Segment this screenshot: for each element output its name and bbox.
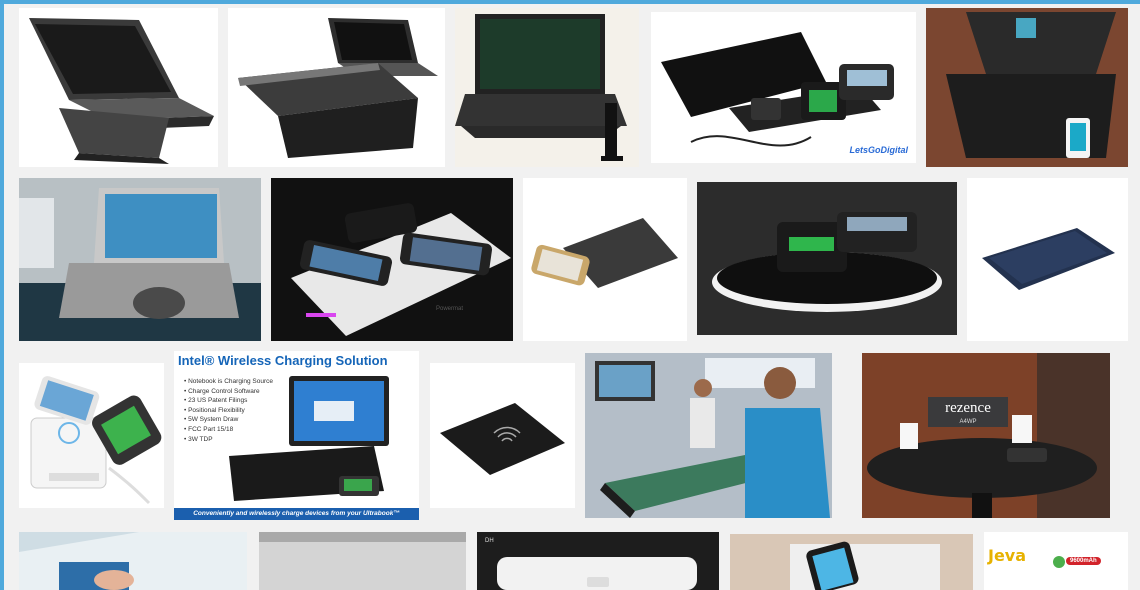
- thumb-rezence-cafe-table[interactable]: rezence A4WP: [862, 353, 1110, 518]
- thumb-gray-surface[interactable]: [259, 532, 466, 590]
- usb-charger-image: [30, 376, 162, 505]
- powermat-brand-label: Powermat: [436, 306, 464, 312]
- dh-brand-label: DH: [485, 538, 494, 544]
- thumb-jeva-power-bank[interactable]: Jeva 9600mAh: [984, 532, 1128, 590]
- navy-pad-image: [982, 228, 1115, 290]
- thumb-navy-charging-pad[interactable]: [967, 178, 1128, 341]
- rezence-subtitle: A4WP: [959, 419, 977, 425]
- dh-pad-image: [497, 557, 697, 590]
- jeva-logo: Jeva: [988, 546, 1027, 565]
- thumb-laptop-on-desk-mat[interactable]: [19, 178, 261, 341]
- phones-pad-image: [291, 203, 511, 336]
- letsgodigital-watermark: LetsGoDigital: [849, 145, 908, 155]
- thumb-hand-with-tablet[interactable]: [19, 532, 247, 590]
- phone-dock-image: [730, 534, 973, 590]
- thumb-phone-on-dock[interactable]: [730, 534, 973, 590]
- thin-pad-image: [531, 218, 678, 288]
- intel-ultrabook-image: [229, 376, 389, 501]
- laptop-on-stand-image: [29, 18, 214, 164]
- charging-stand-image: [238, 18, 438, 158]
- thumb-oval-mat-phones[interactable]: [697, 182, 957, 335]
- black-pad-image: [440, 403, 565, 475]
- thumb-laptop-stand-dell[interactable]: [19, 8, 218, 167]
- demo-table-image: [585, 353, 832, 518]
- thumb-charging-stand-slab[interactable]: [228, 8, 445, 167]
- laptop-desk-mat-image: [19, 178, 261, 341]
- thumb-charging-mat-phones[interactable]: LetsGoDigital: [651, 12, 916, 163]
- laptop-wood-table-image: [926, 8, 1128, 167]
- laptop-dock-image: [455, 14, 627, 161]
- gray-surface-image: [259, 532, 466, 590]
- rezence-table-image: [862, 353, 1110, 518]
- thumb-thin-charging-pad[interactable]: [523, 178, 687, 341]
- intel-footer-banner: Conveniently and wirelessly charge devic…: [174, 508, 419, 520]
- thumb-laptop-with-dock[interactable]: [455, 8, 639, 167]
- thumb-phones-on-usb-charger[interactable]: [19, 363, 164, 508]
- thumb-phones-on-pad[interactable]: Powermat: [271, 178, 513, 341]
- jeva-capacity-badge: 9600mAh: [1066, 557, 1101, 565]
- image-results-grid: LetsGoDigital Powermat Intel® Wireless C…: [4, 4, 1140, 590]
- thumb-laptop-on-table-z[interactable]: [926, 8, 1128, 167]
- thumb-intel-wireless-charging[interactable]: Intel® Wireless Charging Solution Notebo…: [174, 351, 419, 520]
- oval-mat-image: [712, 212, 942, 312]
- charging-mat-image: [661, 32, 894, 147]
- thumb-man-at-demo-table[interactable]: [585, 353, 832, 518]
- thumb-dh-charging-pad[interactable]: DH: [477, 532, 719, 590]
- thumb-black-wireless-pad[interactable]: [430, 363, 575, 508]
- hand-tablet-image: [19, 532, 247, 590]
